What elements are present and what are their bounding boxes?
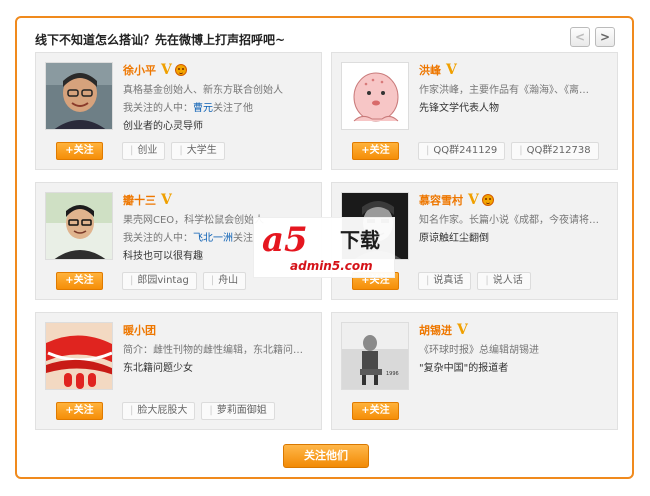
tag-chip[interactable]: 说人话	[477, 272, 531, 290]
follow-button[interactable]: +关注	[56, 142, 103, 160]
tag-chip[interactable]: 舟山	[202, 272, 247, 290]
user-description: 作家洪峰，主要作品有《瀚海》、《离…	[419, 85, 589, 96]
tag-chip[interactable]: 脸大屁股大	[122, 402, 196, 420]
user-name[interactable]: 瓣十三	[123, 192, 156, 208]
user-tagline: 东北籍问题少女	[123, 363, 193, 374]
tag-chips: 说真话 说人话	[418, 272, 531, 290]
avatar[interactable]	[45, 192, 113, 260]
verified-icon: V	[457, 322, 468, 338]
user-name[interactable]: 徐小平	[123, 62, 156, 78]
tag-chip[interactable]: 创业	[122, 142, 166, 160]
user-name[interactable]: 洪峰	[419, 62, 441, 78]
svg-text:1996: 1996	[386, 371, 399, 377]
tag-chip[interactable]: 说真话	[418, 272, 472, 290]
tag-chips: 郎园vintag 舟山	[122, 272, 247, 290]
relation-text: 我关注的人中：曹元关注了他	[123, 103, 253, 114]
follow-button[interactable]: +关注	[352, 142, 399, 160]
tag-chip[interactable]: 大学生	[171, 142, 225, 160]
watermark-a5: a5	[262, 220, 308, 260]
relation-link[interactable]: 曹元	[193, 103, 213, 114]
user-card: 徐小平 V 真格基金创始人、新东方联合创始人 我关注的人中：曹元关注了他 创业者…	[35, 52, 322, 170]
panel-title: 线下不知道怎么搭讪？先在微博上打声招呼吧~	[35, 33, 286, 47]
tag-chip[interactable]: 萝莉面御姐	[201, 402, 275, 420]
verified-icon: V	[468, 192, 479, 208]
user-description: 简介：雌性刊物的雌性编辑，东北籍问…	[123, 345, 303, 356]
user-name[interactable]: 暖小团	[123, 322, 156, 338]
user-tagline: 先锋文学代表人物	[419, 103, 499, 114]
tag-chip[interactable]: 郎园vintag	[122, 272, 197, 290]
user-description: 真格基金创始人、新东方联合创始人	[123, 85, 283, 96]
user-description: 知名作家。长篇小说《成都，今夜请将…	[419, 215, 599, 226]
user-name[interactable]: 慕容雪村	[419, 192, 463, 208]
user-tagline: "复杂中国"的报道者	[419, 363, 509, 374]
avatar[interactable]: 1996	[341, 322, 409, 390]
avatar[interactable]	[341, 62, 409, 130]
watermark-logo: a5 下载 admin5.com	[253, 217, 395, 278]
tag-chips: 脸大屁股大 萝莉面御姐	[122, 402, 275, 420]
user-tagline: 原谅触红尘翻倒	[419, 233, 489, 244]
tag-chips: QQ群241129 QQ群212738	[418, 142, 599, 160]
follow-button[interactable]: +关注	[56, 402, 103, 420]
next-page-button[interactable]: >	[595, 27, 615, 47]
user-card: 洪峰 V 作家洪峰，主要作品有《瀚海》、《离… 先锋文学代表人物 +关注 QQ群…	[331, 52, 618, 170]
tag-chip[interactable]: QQ群212738	[511, 142, 599, 160]
follow-all-button[interactable]: 关注他们	[283, 444, 369, 468]
smiley-badge-icon	[174, 64, 187, 76]
user-card: 暖小团 简介：雌性刊物的雌性编辑，东北籍问… 东北籍问题少女 +关注 脸大屁股大…	[35, 312, 322, 430]
watermark-cn: 下载	[340, 228, 380, 252]
verified-icon: V	[161, 192, 172, 208]
follow-button[interactable]: +关注	[352, 402, 399, 420]
tag-chip[interactable]: QQ群241129	[418, 142, 506, 160]
avatar[interactable]	[45, 62, 113, 130]
user-tagline: 创业者的心灵导师	[123, 121, 203, 132]
verified-icon: V	[161, 62, 172, 78]
relation-link[interactable]: 飞北一洲	[193, 233, 233, 244]
user-description: 《环球时报》总编辑胡锡进	[419, 345, 539, 356]
user-name[interactable]: 胡锡进	[419, 322, 452, 338]
avatar[interactable]	[45, 322, 113, 390]
watermark-url: admin5.com	[290, 259, 373, 273]
smiley-badge-icon	[481, 194, 494, 206]
follow-button[interactable]: +关注	[56, 272, 103, 290]
prev-page-button[interactable]: <	[570, 27, 590, 47]
tag-chips: 创业 大学生	[122, 142, 225, 160]
verified-icon: V	[446, 62, 457, 78]
user-card: 1996 胡锡进 V 《环球时报》总编辑胡锡进 "复杂中国"的报道者 +关注	[331, 312, 618, 430]
